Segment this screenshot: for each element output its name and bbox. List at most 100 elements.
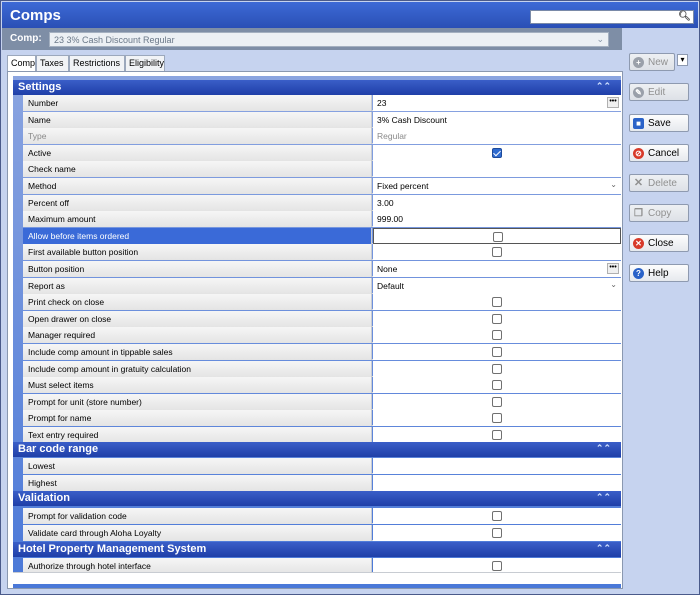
property-value[interactable]	[373, 327, 621, 344]
property-row[interactable]: First available button position	[23, 244, 621, 261]
tab-restrictions[interactable]: Restrictions	[69, 55, 125, 71]
checkbox[interactable]	[492, 313, 502, 324]
property-value-text: 3% Cash Discount	[377, 114, 447, 125]
new-dropdown-arrow[interactable]: ▾	[677, 54, 688, 66]
property-value[interactable]	[373, 524, 621, 541]
checkbox[interactable]	[493, 231, 503, 242]
property-value[interactable]: 23 •••	[373, 95, 621, 111]
copy-button[interactable]: ❐ Copy	[629, 204, 689, 222]
property-value[interactable]	[373, 294, 621, 311]
tab-comp[interactable]: Comp	[7, 55, 36, 72]
property-row[interactable]: Name 3% Cash Discount	[23, 111, 621, 128]
property-row[interactable]: Number 23 •••	[23, 95, 621, 111]
property-value[interactable]	[373, 508, 621, 524]
property-name: Print check on close	[23, 294, 372, 311]
property-row[interactable]: Allow before items ordered	[23, 227, 621, 244]
property-row[interactable]: Print check on close	[23, 294, 621, 311]
checkbox[interactable]	[492, 247, 502, 258]
horizontal-scrollbar[interactable]	[13, 572, 621, 584]
property-value[interactable]	[373, 244, 621, 261]
save-button[interactable]: ■ Save	[629, 114, 689, 132]
property-value[interactable]: Default ⌄	[373, 277, 621, 294]
checkbox[interactable]	[492, 430, 502, 440]
property-value[interactable]: None •••	[373, 261, 621, 277]
property-value[interactable]: Fixed percent ⌄	[373, 178, 621, 194]
checkbox[interactable]	[492, 527, 502, 538]
property-value[interactable]: 3.00	[373, 194, 621, 211]
property-row[interactable]: Method Fixed percent ⌄	[23, 178, 621, 194]
property-value[interactable]	[373, 144, 621, 161]
property-value[interactable]: 999.00	[373, 211, 621, 228]
section-header-validation[interactable]: Validation ⌃⌃	[13, 491, 621, 506]
comp-tab-panel: Settings ⌃⌃ Number 23 ••• Name 3% Cash Disco…	[7, 71, 623, 589]
x-icon: ✕	[633, 177, 644, 189]
property-value[interactable]	[373, 377, 621, 394]
property-row[interactable]: Percent off 3.00	[23, 194, 621, 211]
checkbox[interactable]	[492, 511, 502, 521]
tab-taxes[interactable]: Taxes	[36, 55, 69, 71]
property-value[interactable]	[373, 410, 621, 427]
collapse-icon[interactable]: ⌃⌃	[596, 492, 611, 503]
property-value[interactable]	[373, 474, 621, 491]
property-value[interactable]	[373, 161, 621, 178]
search-icon[interactable]: 🔍︎	[678, 11, 691, 22]
checkbox[interactable]	[492, 413, 502, 424]
collapse-icon[interactable]: ⌃⌃	[596, 81, 611, 92]
property-row[interactable]: Highest	[23, 474, 621, 491]
edit-button[interactable]: ✎ Edit	[629, 83, 689, 101]
property-row[interactable]: Active	[23, 144, 621, 161]
property-row[interactable]: Validate card through Aloha Loyalty	[23, 524, 621, 541]
ellipsis-button[interactable]: •••	[607, 97, 619, 108]
property-row[interactable]: Manager required	[23, 327, 621, 344]
property-value[interactable]	[373, 458, 621, 474]
tab-eligibility[interactable]: Eligibility	[125, 55, 165, 71]
section-header-settings[interactable]: Settings ⌃⌃	[13, 80, 621, 95]
property-row[interactable]: Check name	[23, 161, 621, 178]
section-header-barcode[interactable]: Bar code range ⌃⌃	[13, 442, 621, 457]
checkbox[interactable]	[492, 561, 502, 571]
checkbox[interactable]	[492, 330, 502, 341]
title-search-input[interactable]: 🔍︎	[530, 10, 694, 24]
section-header-hotel[interactable]: Hotel Property Management System ⌃⌃	[13, 542, 621, 557]
property-value[interactable]: Regular	[373, 128, 621, 145]
property-row[interactable]: Button position None •••	[23, 261, 621, 277]
property-row[interactable]: Must select items	[23, 377, 621, 394]
property-row[interactable]: Prompt for name	[23, 410, 621, 427]
property-row[interactable]: Report as Default ⌄	[23, 277, 621, 294]
collapse-icon[interactable]: ⌃⌃	[596, 443, 611, 454]
checkbox[interactable]	[492, 363, 502, 374]
checkbox[interactable]	[492, 347, 502, 357]
property-row[interactable]: Prompt for validation code	[23, 508, 621, 524]
property-value[interactable]	[373, 427, 621, 443]
new-button[interactable]: + New	[629, 53, 675, 71]
property-value[interactable]	[373, 227, 621, 244]
collapse-icon[interactable]: ⌃⌃	[596, 543, 611, 554]
property-row[interactable]: Prompt for unit (store number)	[23, 393, 621, 410]
help-label: Help	[648, 268, 669, 279]
property-value[interactable]	[373, 360, 621, 377]
property-value[interactable]	[373, 393, 621, 410]
property-row[interactable]: Lowest	[23, 458, 621, 474]
property-row[interactable]: Text entry required	[23, 427, 621, 443]
checkbox[interactable]	[492, 147, 502, 158]
chevron-down-icon: ⌄	[596, 34, 604, 44]
property-value[interactable]	[373, 310, 621, 327]
property-value[interactable]: 3% Cash Discount	[373, 111, 621, 128]
cancel-button[interactable]: ⊘ Cancel	[629, 144, 689, 162]
help-button[interactable]: ? Help	[629, 264, 689, 282]
property-row[interactable]: Open drawer on close	[23, 310, 621, 327]
checkbox[interactable]	[492, 396, 502, 407]
ellipsis-button[interactable]: •••	[607, 263, 619, 274]
chevron-down-icon[interactable]: ⌄	[610, 180, 617, 189]
property-row[interactable]: Include comp amount in tippable sales	[23, 344, 621, 360]
property-row[interactable]: Include comp amount in gratuity calculat…	[23, 360, 621, 377]
comp-dropdown[interactable]: 23 3% Cash Discount Regular ⌄	[49, 32, 609, 47]
chevron-down-icon[interactable]: ⌄	[610, 280, 617, 289]
property-value[interactable]	[373, 344, 621, 360]
close-button[interactable]: ✕ Close	[629, 234, 689, 252]
delete-button[interactable]: ✕ Delete	[629, 174, 689, 192]
property-row[interactable]: Maximum amount 999.00	[23, 211, 621, 228]
checkbox[interactable]	[492, 380, 502, 391]
checkbox[interactable]	[492, 297, 502, 308]
property-row[interactable]: Type Regular	[23, 128, 621, 145]
